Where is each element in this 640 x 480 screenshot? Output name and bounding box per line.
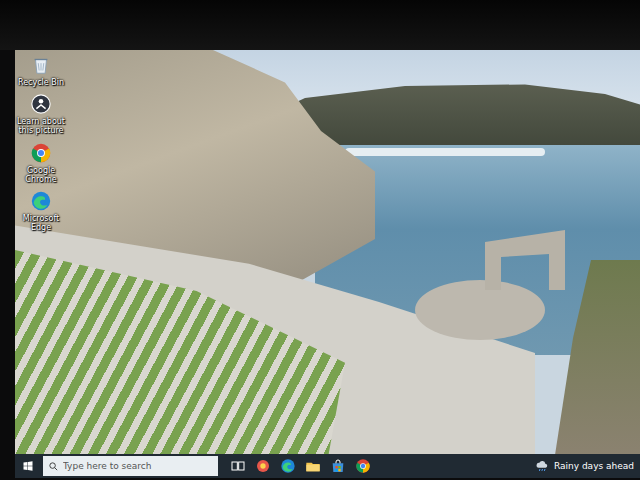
taskbar: Rainy days ahead [15, 454, 640, 478]
search-input[interactable] [63, 461, 213, 471]
recycle-bin-icon[interactable] [30, 54, 52, 76]
rain-cloud-icon[interactable] [535, 459, 550, 474]
windows-icon[interactable] [22, 460, 34, 472]
app-icon[interactable] [255, 458, 271, 474]
task-view-icon[interactable] [230, 458, 246, 474]
edge-icon[interactable] [30, 190, 52, 212]
start-button[interactable] [19, 457, 37, 475]
weather-text[interactable]: Rainy days ahead [554, 461, 634, 471]
taskbar-apps [230, 458, 371, 474]
search-box[interactable] [43, 456, 218, 476]
camera-icon[interactable] [30, 93, 52, 115]
desktop-icon-label[interactable]: Learn about this picture [17, 117, 65, 135]
screen-bezel [0, 0, 640, 50]
desktop-icons: Recycle Bin Learn about this picture Googl… [15, 50, 67, 232]
desktop-icon-label[interactable]: Microsoft Edge [17, 214, 65, 232]
screen: Recycle Bin Learn about this picture Googl… [15, 50, 640, 478]
wallpaper-surf [345, 148, 545, 156]
desktop-icon-label[interactable]: Google Chrome [17, 166, 65, 184]
store-icon[interactable] [330, 458, 346, 474]
edge-icon[interactable] [280, 458, 296, 474]
desktop-icon[interactable]: Microsoft Edge [17, 190, 65, 232]
desktop-icon-label[interactable]: Recycle Bin [18, 78, 64, 87]
desktop: Recycle Bin Learn about this picture Googl… [15, 50, 640, 454]
search-icon[interactable] [48, 461, 59, 472]
wallpaper-stage [415, 280, 545, 340]
desktop-icon[interactable]: Recycle Bin [17, 54, 65, 87]
weather-widget[interactable]: Rainy days ahead [535, 459, 634, 474]
chrome-icon[interactable] [30, 142, 52, 164]
desktop-icon[interactable]: Google Chrome [17, 142, 65, 184]
file-explorer-icon[interactable] [305, 458, 321, 474]
desktop-icon[interactable]: Learn about this picture [17, 93, 65, 135]
chrome-icon[interactable] [355, 458, 371, 474]
